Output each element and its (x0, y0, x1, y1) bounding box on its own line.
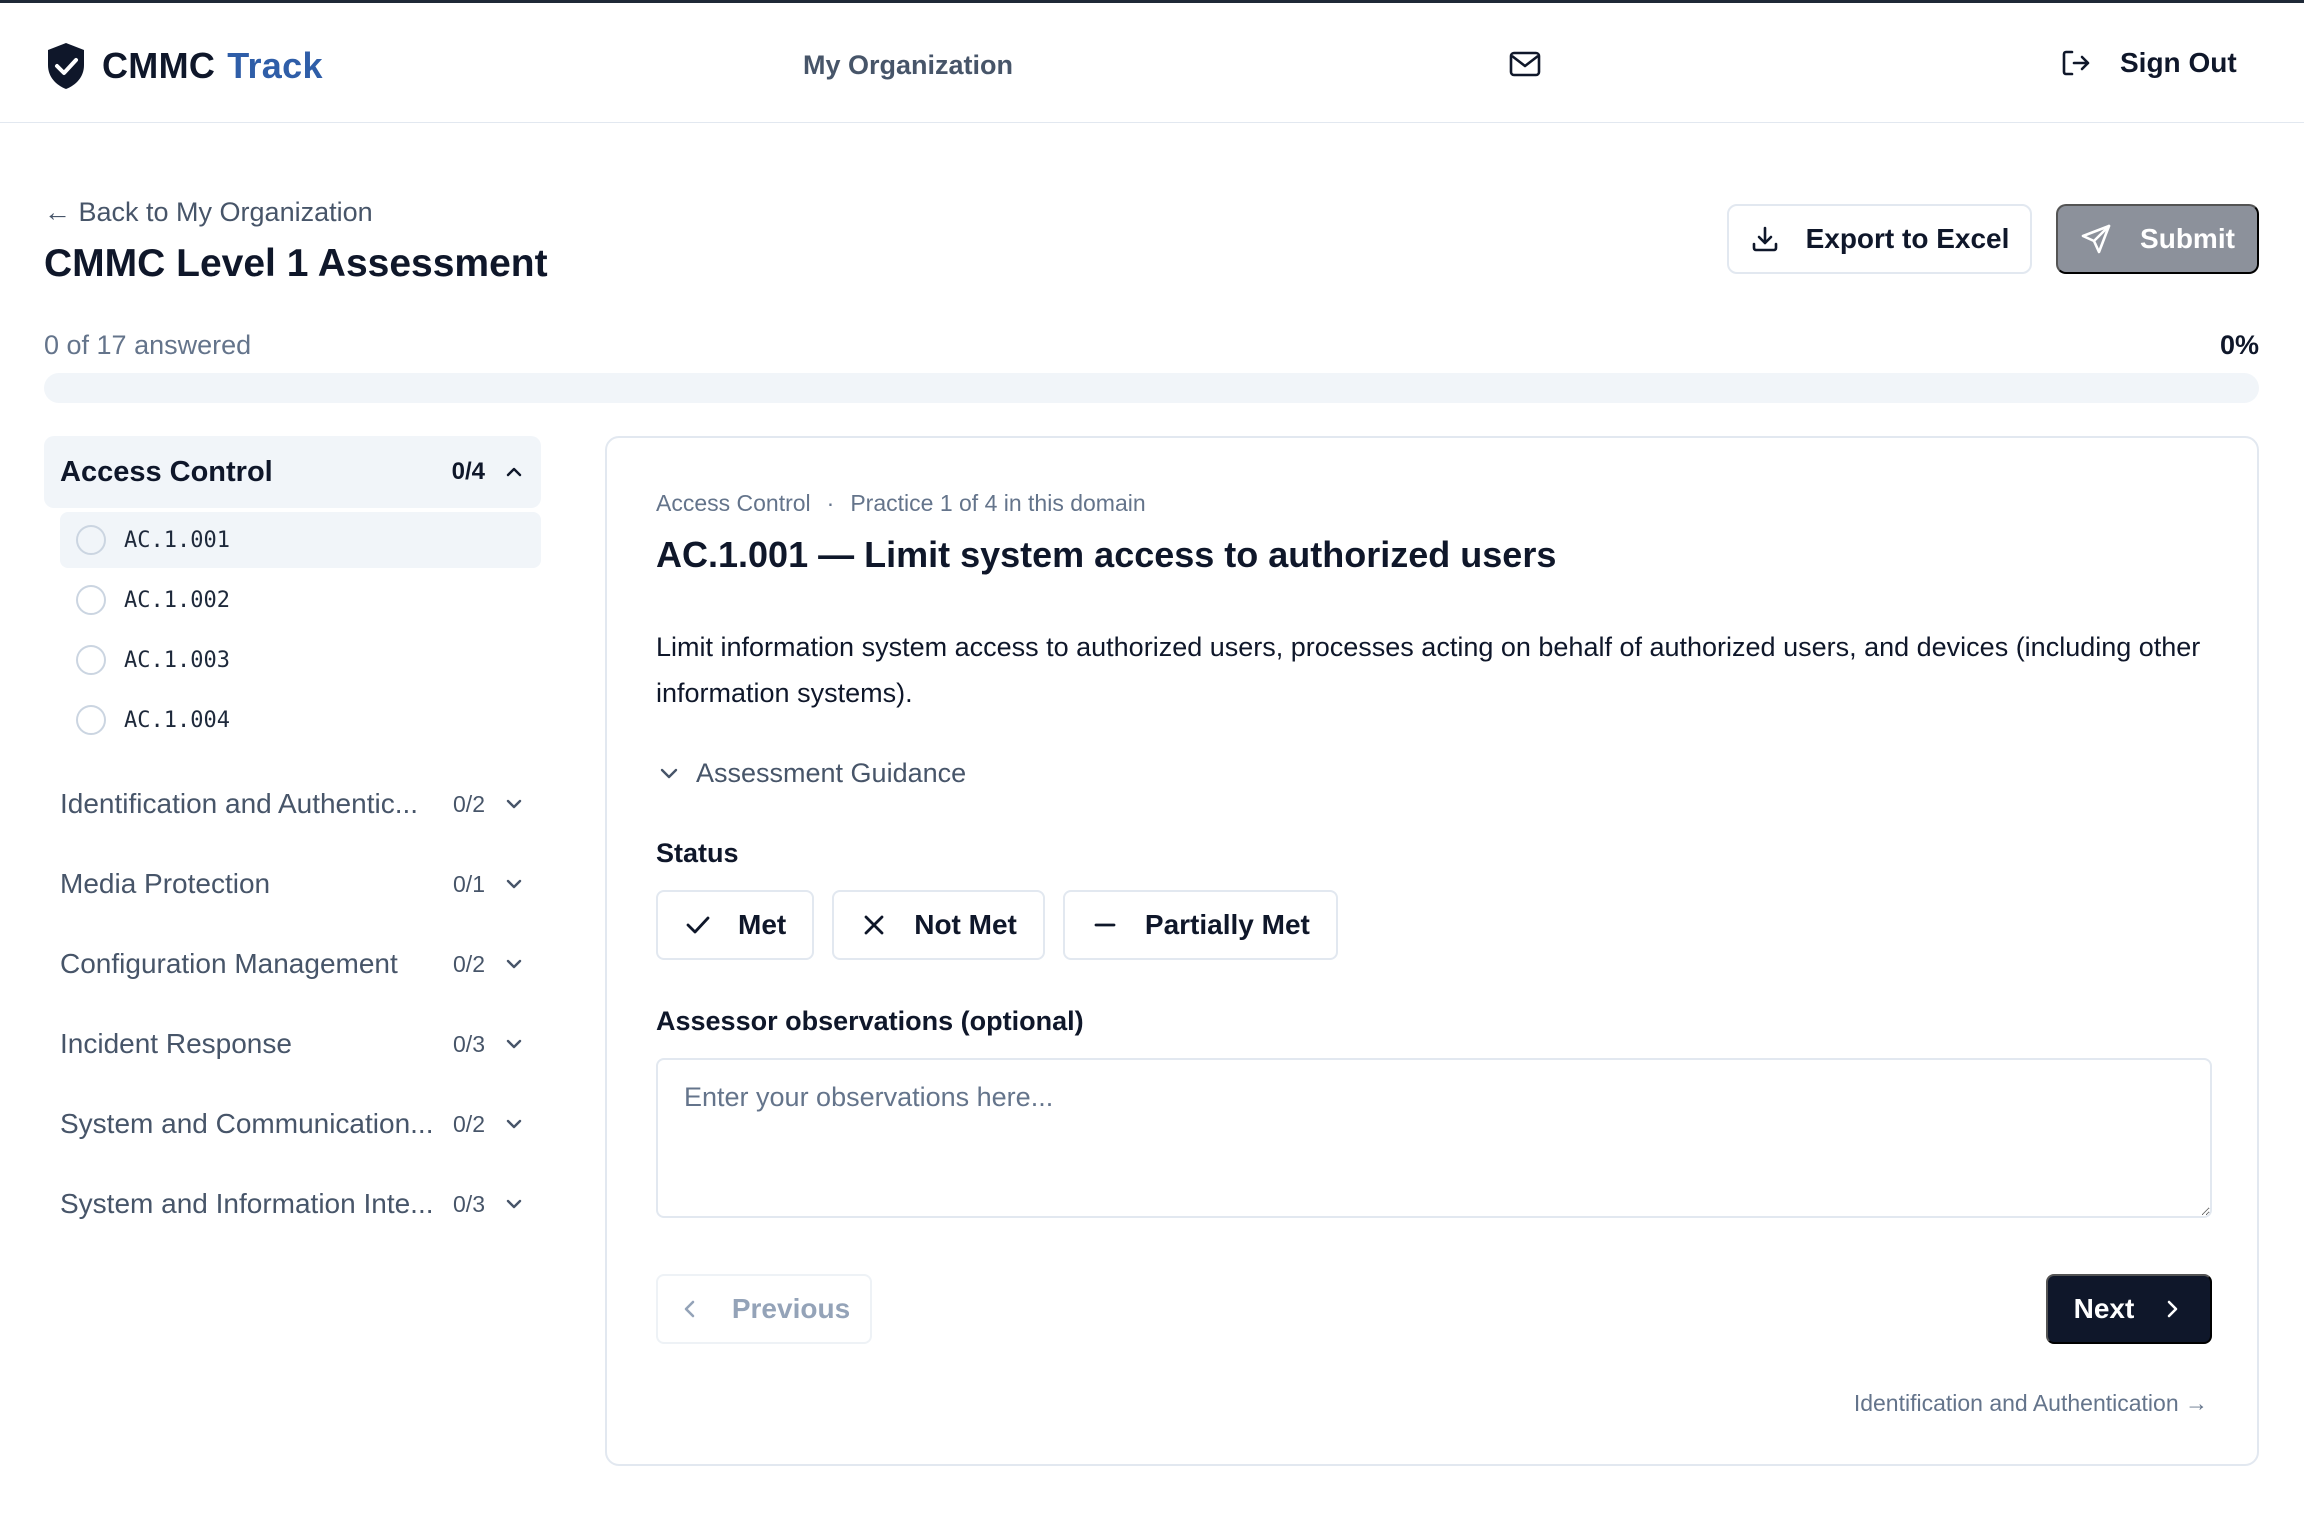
nav-my-organization[interactable]: My Organization (803, 50, 1013, 81)
progress-count-text: 0 of 17 answered (44, 330, 252, 360)
domain-name: Access Control (60, 455, 273, 488)
chevron-down-icon (506, 799, 522, 809)
progress-bar (44, 373, 2259, 403)
sidebar-domain-incident-response[interactable]: Incident Response 0/3 (44, 1004, 541, 1084)
sidebar-domain-access-control[interactable]: Access Control 0/4 (44, 436, 541, 508)
page-title: CMMC Level 1 Assessment (44, 242, 548, 285)
chevron-down-icon (506, 1039, 522, 1049)
status-not-met-label: Not Met (914, 909, 1017, 940)
assessment-guidance-label: Assessment Guidance (696, 758, 967, 788)
minus-icon (1094, 923, 1116, 927)
chevron-down-icon (506, 879, 522, 889)
submit-label: Submit (2140, 223, 2235, 254)
breadcrumb-separator: · (826, 490, 835, 516)
chevron-left-icon (684, 1300, 695, 1318)
sign-out-label: Sign Out (2120, 47, 2237, 78)
breadcrumb-position: Practice 1 of 4 in this domain (850, 490, 1146, 516)
domain-count: 0/2 (453, 950, 485, 977)
top-navigation-bar: CMMC Track My Organization Sign Out (0, 3, 2304, 123)
sidebar-domain-system-communications[interactable]: System and Communication... 0/2 (44, 1084, 541, 1164)
practice-status-radio (76, 525, 106, 555)
x-icon (864, 915, 884, 935)
sidebar-domain-system-information-integrity[interactable]: System and Information Inte... 0/3 (44, 1164, 541, 1244)
practice-breadcrumb: Access Control · Practice 1 of 4 in this… (656, 490, 1146, 517)
status-met-label: Met (738, 909, 787, 940)
observations-label: Assessor observations (optional) (656, 1006, 1084, 1036)
status-met-button[interactable]: Met (656, 890, 815, 960)
domain-count: 0/2 (453, 790, 485, 817)
practice-code: AC.1.003 (124, 647, 230, 673)
previous-label: Previous (731, 1293, 851, 1324)
chevron-down-icon (506, 1199, 522, 1209)
practice-description: Limit information system access to autho… (656, 632, 2201, 708)
brand-name-primary: CMMC (102, 45, 216, 86)
domain-count: 0/1 (453, 870, 485, 897)
practice-status-radio (76, 645, 106, 675)
practice-status-radio (76, 585, 106, 615)
practice-list: AC.1.001 AC.1.002 AC.1.003 AC.1.004 (44, 508, 541, 748)
export-to-excel-button[interactable]: Export to Excel (1727, 204, 2032, 274)
check-icon (686, 916, 710, 934)
observations-textarea[interactable] (656, 1058, 2212, 1218)
chevron-down-icon (506, 959, 522, 969)
practice-card: Access Control · Practice 1 of 4 in this… (605, 436, 2259, 1466)
domain-count: 0/4 (451, 458, 485, 485)
shield-check-icon (48, 43, 84, 89)
export-label: Export to Excel (1805, 223, 2010, 254)
domain-name: System and Communication... (60, 1108, 434, 1139)
status-partially-met-label: Partially Met (1144, 909, 1310, 940)
sidebar-domain-identification-authentication[interactable]: Identification and Authentic... 0/2 (44, 764, 541, 844)
status-not-met-button[interactable]: Not Met (832, 890, 1045, 960)
sidebar-domain-media-protection[interactable]: Media Protection 0/1 (44, 844, 541, 924)
chevron-right-icon (2168, 1300, 2178, 1318)
domain-list: Identification and Authentic... 0/2 Medi… (44, 764, 541, 1244)
practice-code: AC.1.004 (124, 707, 230, 733)
domain-name: System and Information Inte... (60, 1188, 434, 1219)
domain-count: 0/3 (453, 1190, 485, 1217)
brand-name: CMMC Track (102, 45, 323, 87)
practice-title: AC.1.001 — Limit system access to author… (656, 534, 1557, 575)
chevron-down-icon (506, 1119, 522, 1129)
chevron-down-icon (660, 768, 678, 778)
next-label: Next (2073, 1293, 2135, 1324)
practice-item-ac-1-002[interactable]: AC.1.002 (60, 572, 541, 628)
practice-item-ac-1-001[interactable]: AC.1.001 (60, 512, 541, 568)
domain-name: Configuration Management (60, 948, 398, 979)
brand-name-secondary: Track (227, 45, 323, 86)
submit-button[interactable]: Submit (2056, 204, 2259, 274)
status-options: Met Not Met Partially Met (656, 890, 1338, 960)
log-out-icon (2062, 50, 2090, 76)
domain-name: Incident Response (60, 1028, 292, 1059)
brand-logo[interactable]: CMMC Track (44, 41, 323, 91)
download-icon (1752, 226, 1777, 252)
breadcrumb-domain: Access Control (656, 490, 811, 516)
sign-out-button[interactable]: Sign Out (2060, 47, 2237, 79)
domain-count: 0/3 (453, 1030, 485, 1057)
domain-name: Media Protection (60, 868, 271, 899)
mail-icon (1509, 51, 1541, 77)
status-partially-met-button[interactable]: Partially Met (1062, 890, 1338, 960)
progress-percent: 0% (2219, 330, 2259, 360)
domain-sidebar: Access Control 0/4 AC.1.001 AC.1.002 AC.… (44, 436, 541, 1244)
practice-item-ac-1-003[interactable]: AC.1.003 (60, 632, 541, 688)
practice-item-ac-1-004[interactable]: AC.1.004 (60, 692, 541, 748)
domain-count: 0/2 (453, 1110, 485, 1137)
status-label: Status (656, 838, 739, 868)
previous-button[interactable]: Previous (656, 1274, 872, 1344)
sidebar-domain-configuration-management[interactable]: Configuration Management 0/2 (44, 924, 541, 1004)
practice-status-radio (76, 705, 106, 735)
back-to-organization-link[interactable]: ← Back to My Organization (44, 197, 373, 228)
chevron-up-icon (506, 467, 522, 477)
practice-code: AC.1.001 (124, 527, 230, 553)
practice-code: AC.1.002 (124, 587, 230, 613)
assessment-guidance-toggle[interactable]: Assessment Guidance (656, 758, 966, 789)
domain-name: Identification and Authentic... (60, 788, 419, 819)
mail-button[interactable] (1508, 49, 1542, 79)
next-domain-link[interactable]: Identification and Authentication → (1854, 1390, 2208, 1417)
next-button[interactable]: Next (2046, 1274, 2212, 1344)
send-icon (2081, 224, 2111, 254)
